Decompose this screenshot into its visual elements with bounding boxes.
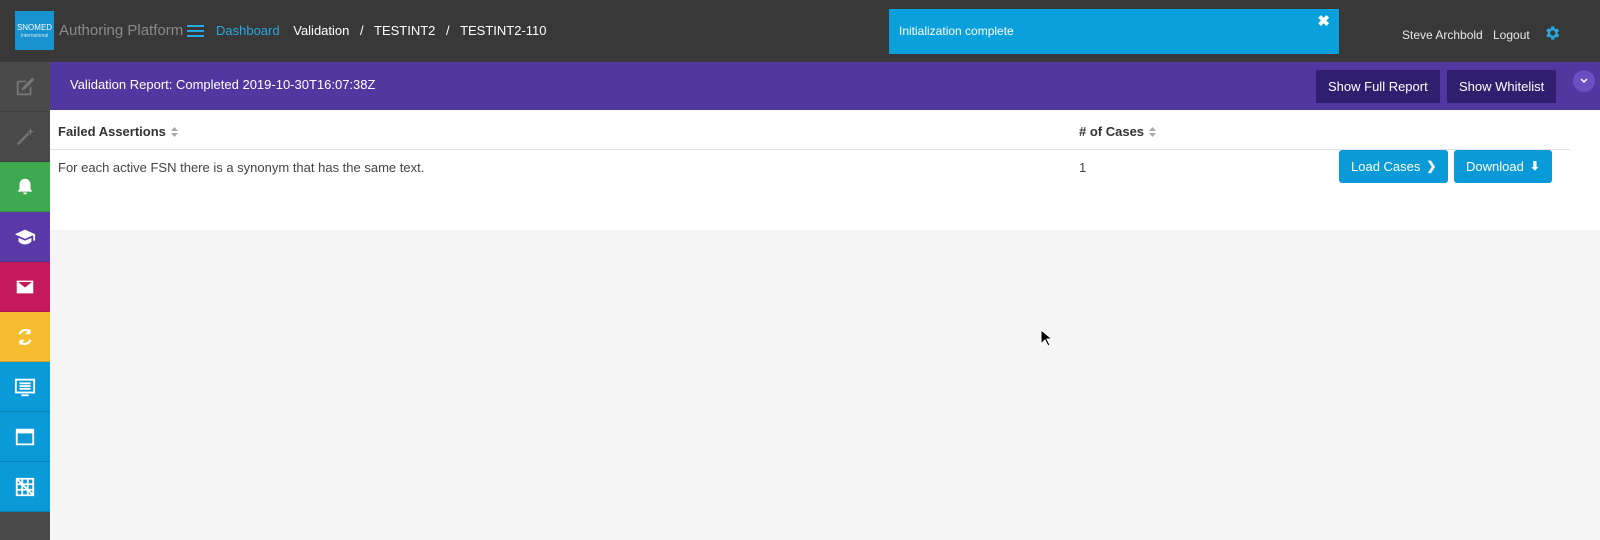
report-title: Validation Report: Completed 2019-10-30T… — [70, 77, 376, 92]
sort-icon — [1149, 126, 1157, 137]
toast-message: Initialization complete — [899, 24, 1014, 38]
magic-wand-icon — [16, 127, 35, 145]
column-label: # of Cases — [1079, 124, 1145, 139]
button-label: Load Cases — [1351, 159, 1421, 174]
mouse-cursor — [1040, 329, 1052, 347]
sidebar-item-list[interactable] — [0, 362, 50, 412]
bell-icon — [17, 178, 33, 194]
notification-toast: Initialization complete ✖ — [889, 9, 1339, 54]
refresh-icon — [18, 328, 32, 345]
cases-cell: 1 — [1079, 160, 1087, 175]
user-name: Steve Archbold — [1402, 28, 1483, 42]
assertions-table: Failed Assertions # of Cases For each ac… — [50, 110, 1600, 230]
download-icon: ⬇ — [1529, 159, 1540, 173]
report-header: Validation Report: Completed 2019-10-30T… — [50, 62, 1600, 110]
close-icon[interactable]: ✖ — [1317, 12, 1330, 30]
menu-icon[interactable] — [187, 25, 204, 37]
logo-text: SNOMED — [16, 23, 53, 32]
breadcrumb-item: Validation — [293, 23, 350, 38]
column-label: Failed Assertions — [58, 124, 166, 139]
sidebar-item-grid[interactable] — [0, 462, 50, 512]
sidebar-item-edit[interactable] — [0, 62, 50, 112]
breadcrumb-separator: / — [446, 23, 450, 38]
breadcrumb-item: TESTINT2 — [374, 23, 436, 38]
assertion-cell: For each active FSN there is a synonym t… — [58, 160, 425, 175]
sidebar-item-wand[interactable] — [0, 112, 50, 162]
sidebar — [0, 62, 50, 540]
window-icon — [15, 428, 35, 445]
main-content: Validation Report: Completed 2019-10-30T… — [50, 62, 1600, 540]
snomed-logo[interactable]: SNOMED International — [15, 11, 54, 50]
show-full-report-button[interactable]: Show Full Report — [1316, 70, 1440, 103]
breadcrumb-dashboard[interactable]: Dashboard — [216, 23, 280, 38]
logo-subtext: International — [20, 33, 49, 39]
show-whitelist-button[interactable]: Show Whitelist — [1447, 70, 1557, 103]
sidebar-item-notifications[interactable] — [0, 162, 50, 212]
graduation-cap-icon — [14, 229, 36, 244]
sort-icon — [170, 126, 178, 137]
breadcrumb-item: TESTINT2-110 — [460, 23, 547, 38]
download-button[interactable]: Download ⬇ — [1454, 150, 1552, 183]
collapse-button[interactable] — [1573, 70, 1595, 92]
envelope-icon — [16, 280, 34, 293]
column-header-failed-assertions[interactable]: Failed Assertions — [58, 124, 178, 139]
sidebar-item-browser[interactable] — [0, 412, 50, 462]
app-title: Authoring Platform — [59, 22, 184, 39]
button-label: Download — [1466, 159, 1524, 174]
sidebar-item-training[interactable] — [0, 212, 50, 262]
load-cases-button[interactable]: Load Cases ❯ — [1339, 150, 1449, 183]
edit-icon — [16, 76, 35, 95]
grid-icon — [15, 477, 35, 496]
gear-icon[interactable] — [1543, 24, 1561, 42]
sidebar-item-messages[interactable] — [0, 262, 50, 312]
list-icon — [14, 378, 36, 396]
logout-link[interactable]: Logout — [1493, 28, 1530, 42]
breadcrumb-separator: / — [360, 23, 364, 38]
breadcrumb: Dashboard Validation / TESTINT2 / TESTIN… — [216, 23, 547, 38]
chevron-right-icon: ❯ — [1426, 159, 1437, 173]
chevron-down-icon — [1580, 78, 1588, 84]
column-header-cases[interactable]: # of Cases — [1079, 124, 1157, 139]
sidebar-item-sync[interactable] — [0, 312, 50, 362]
top-bar: SNOMED International Authoring Platform … — [0, 0, 1600, 62]
